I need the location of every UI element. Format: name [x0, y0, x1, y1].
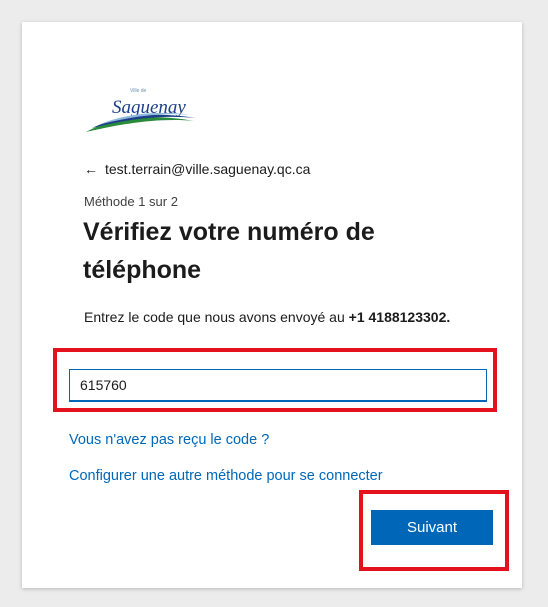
- arrow-left-icon: ←: [84, 161, 98, 177]
- back-to-account-button[interactable]: ← test.terrain@ville.saguenay.qc.ca: [84, 161, 310, 177]
- next-button[interactable]: Suivant: [371, 510, 493, 545]
- no-code-received-link[interactable]: Vous n'avez pas reçu le code ?: [69, 432, 269, 448]
- other-method-link[interactable]: Configurer une autre méthode pour se con…: [69, 468, 383, 484]
- saguenay-logo: Ville de Saguenay: [84, 80, 224, 140]
- logo-small-text: Ville de: [130, 88, 147, 94]
- code-instructions: Entrez le code que nous avons envoyé au …: [84, 309, 464, 326]
- sign-in-card: Ville de Saguenay ← test.terrain@ville.s…: [22, 22, 522, 588]
- account-email: test.terrain@ville.saguenay.qc.ca: [105, 161, 311, 177]
- phone-number: +1 4188123302: [348, 309, 447, 325]
- instructions-period: .: [446, 309, 451, 325]
- method-step-label: Méthode 1 sur 2: [84, 194, 178, 209]
- page-title: Vérifiez votre numéro de téléphone: [83, 218, 375, 284]
- instructions-text: Entrez le code que nous avons envoyé au: [84, 309, 349, 325]
- verification-code-input[interactable]: [69, 369, 487, 402]
